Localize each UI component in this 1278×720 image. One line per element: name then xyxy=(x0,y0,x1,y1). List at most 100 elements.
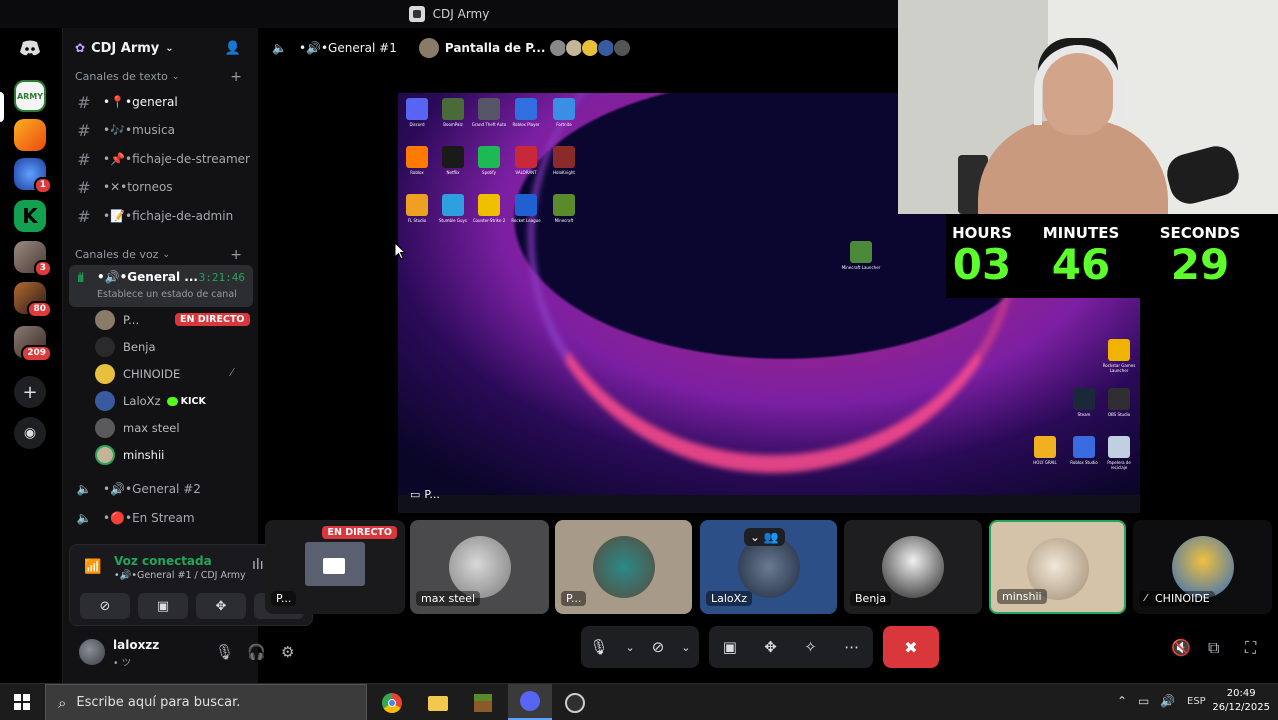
mute-stream-icon[interactable]: 🔇 xyxy=(1171,638,1191,657)
language-indicator[interactable]: ESP xyxy=(1187,696,1206,707)
taskbar-search[interactable]: ⌕ Escribe aquí para buscar. xyxy=(45,684,367,720)
user-avatar[interactable] xyxy=(79,639,105,665)
server-2[interactable] xyxy=(14,119,46,151)
leave-call-button[interactable]: ✖ xyxy=(883,626,939,668)
discord-window: CDJ Army ARMY 1 K 3 80 209 + ◉ ✿ CDJ Arm… xyxy=(0,0,1278,720)
member-minshii[interactable]: minshii xyxy=(95,443,164,467)
chevron-up-icon[interactable]: ⌃ xyxy=(1117,694,1127,708)
camera-toggle-button[interactable]: ⊘ xyxy=(80,593,130,619)
desktop-icon[interactable] xyxy=(553,194,575,216)
server-5[interactable]: 3 xyxy=(14,241,52,277)
desktop-icon[interactable] xyxy=(1073,388,1095,410)
server-6[interactable]: 80 xyxy=(14,282,52,318)
channel-fichaje-de-streamer[interactable]: # •📌•fichaje-de-streamer xyxy=(73,146,253,172)
voice-status-subtitle[interactable]: •🔊•General #1 / CDJ Army xyxy=(114,570,246,581)
participant-tile[interactable]: minshii xyxy=(989,520,1126,614)
chrome-icon[interactable] xyxy=(379,690,405,716)
file-explorer-icon[interactable] xyxy=(425,690,451,716)
chevron-down-icon[interactable]: ⌄ xyxy=(626,641,635,654)
soundboard-icon[interactable]: ✧ xyxy=(804,638,817,656)
microphone-icon[interactable]: 🎙 xyxy=(589,638,608,656)
gear-icon[interactable]: ⚙ xyxy=(281,643,294,661)
voice-channel-general-2[interactable]: 🔈 •🔊•General #2 xyxy=(73,476,201,502)
add-channel-icon[interactable]: + xyxy=(230,69,242,85)
popout-icon[interactable]: ⧉ xyxy=(1208,638,1219,658)
headphones-icon[interactable]: 🎧 xyxy=(247,643,266,661)
desktop-icon-label: Discord xyxy=(409,122,425,127)
participant-tile[interactable]: max steel xyxy=(410,520,549,614)
tile-menu[interactable]: ⌄ 👥 xyxy=(744,528,785,546)
signal-icon[interactable]: 📶 xyxy=(84,559,101,575)
fullscreen-icon[interactable]: ⛶ xyxy=(1245,638,1256,658)
desktop-icon[interactable] xyxy=(515,194,537,216)
desktop-icon[interactable] xyxy=(478,98,500,120)
more-icon[interactable]: ⋯ xyxy=(844,638,859,656)
text-category[interactable]: Canales de texto ⌄ xyxy=(75,70,179,83)
add-member-icon[interactable]: 👤 xyxy=(225,41,241,56)
desktop-icon[interactable] xyxy=(553,146,575,168)
stream-title[interactable]: Pantalla de P... xyxy=(445,41,546,55)
noise-suppression-icon[interactable]: ılı xyxy=(252,557,264,573)
server-4[interactable]: K xyxy=(14,200,46,232)
desktop-icon[interactable] xyxy=(1108,436,1130,458)
minecraft-icon[interactable] xyxy=(470,690,496,716)
discover-button[interactable]: ◉ xyxy=(14,417,46,449)
participant-tile[interactable]: ⌄ 👥 LaloXz xyxy=(700,520,837,614)
desktop-icon[interactable] xyxy=(406,146,428,168)
server-cdj-army[interactable]: ARMY xyxy=(14,80,46,112)
channel-torneos[interactable]: # •✕•torneos xyxy=(73,174,253,200)
camera-off-icon[interactable]: ⊘ xyxy=(652,638,665,656)
desktop-icon[interactable] xyxy=(850,241,872,263)
taskbar-clock[interactable]: 20:49 26/12/2025 xyxy=(1212,687,1270,715)
channel-musica[interactable]: # •🎶•musica xyxy=(73,117,253,143)
server-header[interactable]: ✿ CDJ Army ⌄ 👤 xyxy=(63,28,259,68)
desktop-icon[interactable] xyxy=(1034,436,1056,458)
username[interactable]: laloxzz xyxy=(113,638,159,652)
volume-icon[interactable]: 🔊 xyxy=(1160,694,1175,708)
share-screen-button[interactable]: ▣ xyxy=(138,593,188,619)
channel-status[interactable]: Establece un estado de canal xyxy=(97,289,237,300)
participant-tile[interactable]: Benja xyxy=(844,520,982,614)
desktop-icon[interactable] xyxy=(515,146,537,168)
member-chinoide[interactable]: CHINOIDE xyxy=(95,362,180,386)
heart-icon xyxy=(166,396,178,406)
desktop-icon[interactable] xyxy=(553,98,575,120)
microphone-icon[interactable]: 🎙 xyxy=(215,643,234,661)
participant-tile[interactable]: EN DIRECTO P... xyxy=(265,520,405,614)
participant-tile[interactable]: CHINOIDE ⁄ xyxy=(1133,520,1272,614)
channel-general[interactable]: # •📍•general xyxy=(73,89,253,115)
member-laloxz[interactable]: LaloXz KICK xyxy=(95,389,206,413)
participant-tile[interactable]: P... xyxy=(555,520,692,614)
desktop-icon[interactable] xyxy=(1108,339,1130,361)
member-max-steel[interactable]: max steel xyxy=(95,416,180,440)
desktop-icon[interactable] xyxy=(1108,388,1130,410)
activities-icon[interactable]: ✥ xyxy=(764,638,777,656)
desktop-icon[interactable] xyxy=(515,98,537,120)
server-3[interactable]: 1 xyxy=(14,158,52,194)
obs-icon[interactable] xyxy=(562,690,588,716)
server-7[interactable]: 209 xyxy=(14,326,52,362)
network-icon[interactable]: ▭ xyxy=(1138,694,1149,708)
desktop-icon[interactable] xyxy=(406,194,428,216)
chevron-down-icon[interactable]: ⌄ xyxy=(681,641,690,654)
add-server-button[interactable]: + xyxy=(14,376,46,408)
screen-share-icon[interactable]: ▣ xyxy=(723,638,737,656)
channel-fichaje-de-admin[interactable]: # •📝•fichaje-de-admin xyxy=(73,203,253,229)
discord-taskbar-icon[interactable] xyxy=(508,684,552,720)
windows-start-icon[interactable] xyxy=(14,694,30,710)
member-p[interactable]: P... xyxy=(95,308,139,332)
desktop-icon[interactable] xyxy=(442,194,464,216)
home-button[interactable] xyxy=(14,32,46,64)
desktop-icon[interactable] xyxy=(442,146,464,168)
desktop-icon[interactable] xyxy=(1073,436,1095,458)
voice-category[interactable]: Canales de voz ⌄ xyxy=(75,248,170,261)
voice-channel-en-stream[interactable]: 🔈 •🔴•En Stream xyxy=(73,505,195,531)
activities-button[interactable]: ✥ xyxy=(196,593,246,619)
desktop-icon[interactable] xyxy=(442,98,464,120)
add-channel-icon[interactable]: + xyxy=(230,247,242,263)
member-benja[interactable]: Benja xyxy=(95,335,156,359)
desktop-icon[interactable] xyxy=(406,98,428,120)
active-voice-channel[interactable]: ılıl •🔊•General ... 3:21:46 Establece un… xyxy=(69,265,253,307)
desktop-icon[interactable] xyxy=(478,146,500,168)
desktop-icon[interactable] xyxy=(478,194,500,216)
